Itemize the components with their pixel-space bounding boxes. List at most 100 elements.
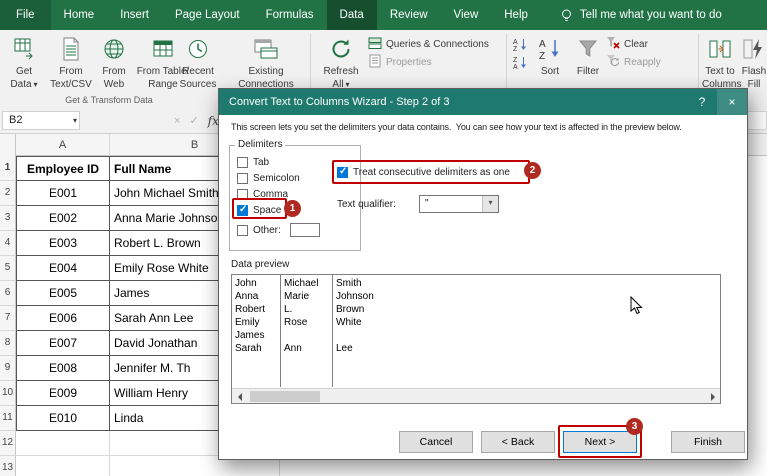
scroll-thumb[interactable] xyxy=(250,391,320,402)
cell-A10[interactable]: E009 xyxy=(16,381,110,406)
row-header-13[interactable]: 13 xyxy=(0,456,16,476)
ribbon-tab-insert[interactable]: Insert xyxy=(107,0,162,30)
column-header-A[interactable]: A xyxy=(16,134,110,156)
delimiter-checkbox-semicolon[interactable] xyxy=(237,173,248,184)
row-header-5[interactable]: 5 xyxy=(0,256,16,281)
scroll-right-button[interactable] xyxy=(706,390,720,403)
convert-text-to-columns-dialog: Convert Text to Columns Wizard - Step 2 … xyxy=(218,88,748,460)
row-header-11[interactable]: 11 xyxy=(0,406,16,431)
cell-A4[interactable]: E003 xyxy=(16,231,110,256)
cell-A5[interactable]: E004 xyxy=(16,256,110,281)
cell-A2[interactable]: E001 xyxy=(16,181,110,206)
cell-A12[interactable] xyxy=(16,431,110,456)
sort-ascending-button[interactable]: AZ xyxy=(511,36,529,52)
text-to-columns-button[interactable]: Text to Columns xyxy=(702,33,738,93)
row-header-6[interactable]: 6 xyxy=(0,281,16,306)
mouse-cursor xyxy=(630,296,643,318)
ribbon-tab-data[interactable]: Data xyxy=(327,0,377,30)
flash-fill-icon xyxy=(740,33,767,65)
get-data-button[interactable]: Get Data xyxy=(2,33,46,93)
preview-hscrollbar[interactable] xyxy=(232,388,720,403)
dialog-title: Convert Text to Columns Wizard - Step 2 … xyxy=(229,96,450,108)
select-all-corner[interactable] xyxy=(0,134,16,156)
cell-A11[interactable]: E010 xyxy=(16,406,110,431)
delimiter-option-semicolon[interactable]: Semicolon xyxy=(237,171,300,185)
name-box[interactable]: B2 xyxy=(2,111,80,130)
filter-button[interactable]: Filter xyxy=(570,33,606,93)
cancel-button[interactable]: Cancel xyxy=(399,431,473,453)
ribbon-tab-file[interactable]: File xyxy=(0,0,51,30)
row-header-2[interactable]: 2 xyxy=(0,181,16,206)
formula-cancel-icon[interactable]: × xyxy=(174,115,180,127)
recent-sources-clock-icon xyxy=(178,33,218,65)
cell-A13[interactable] xyxy=(16,456,110,476)
row-header-3[interactable]: 3 xyxy=(0,206,16,231)
queries-connections-button[interactable]: Queries & Connections xyxy=(368,36,489,52)
cell-A6[interactable]: E005 xyxy=(16,281,110,306)
reapply-filter-button[interactable]: Reapply xyxy=(606,54,661,70)
delimiter-checkbox-other[interactable] xyxy=(237,225,248,236)
properties-button[interactable]: Properties xyxy=(368,54,432,70)
dialog-title-bar[interactable]: Convert Text to Columns Wizard - Step 2 … xyxy=(219,89,747,115)
row-header-9[interactable]: 9 xyxy=(0,356,16,381)
row-header-10[interactable]: 10 xyxy=(0,381,16,406)
delimiter-option-tab[interactable]: Tab xyxy=(237,155,269,169)
delimiter-option-other[interactable]: Other: xyxy=(237,223,320,237)
delimiter-checkbox-tab[interactable] xyxy=(237,157,248,168)
name-box-caret-icon[interactable] xyxy=(71,112,77,129)
ribbon-tab-home[interactable]: Home xyxy=(51,0,108,30)
clear-filter-icon xyxy=(606,36,620,53)
preview-cell: Emily xyxy=(235,317,280,330)
clear-filter-button[interactable]: Clear xyxy=(606,36,648,52)
preview-cell: White xyxy=(332,317,362,330)
dialog-help-button[interactable]: ? xyxy=(687,89,717,115)
from-web-button[interactable]: From Web xyxy=(96,33,132,93)
row-header-1[interactable]: 1 xyxy=(0,156,16,181)
dropdown-caret-icon xyxy=(32,79,38,90)
ribbon-tab-page-layout[interactable]: Page Layout xyxy=(162,0,253,30)
dialog-close-button[interactable]: × xyxy=(717,89,747,115)
ribbon-tab-formulas[interactable]: Formulas xyxy=(253,0,327,30)
lightbulb-icon xyxy=(559,8,574,23)
svg-text:Z: Z xyxy=(513,57,518,64)
ribbon-tab-review[interactable]: Review xyxy=(377,0,441,30)
flash-fill-button[interactable]: Flash Fill xyxy=(740,33,767,93)
combo-dropdown-icon[interactable] xyxy=(482,196,498,212)
row-header-4[interactable]: 4 xyxy=(0,231,16,256)
delimiter-label: Semicolon xyxy=(253,173,300,184)
finish-button[interactable]: Finish xyxy=(671,431,745,453)
back-button[interactable]: < Back xyxy=(481,431,555,453)
sort-button[interactable]: AZ Sort xyxy=(532,33,568,93)
cell-A3[interactable]: E002 xyxy=(16,206,110,231)
existing-connections-button[interactable]: Existing Connections xyxy=(238,33,294,93)
column-break-line[interactable] xyxy=(280,275,281,387)
preview-row: SarahAnnLee xyxy=(232,343,720,356)
tell-me-box[interactable]: Tell me what you want to do xyxy=(559,8,722,23)
scroll-left-button[interactable] xyxy=(232,390,246,403)
ribbon-tab-view[interactable]: View xyxy=(441,0,492,30)
other-delimiter-input[interactable] xyxy=(290,223,320,237)
preview-cell xyxy=(280,330,332,343)
from-text-csv-button[interactable]: From Text/CSV xyxy=(48,33,94,93)
text-qualifier-combobox[interactable]: " xyxy=(419,195,499,213)
sort-descending-button[interactable]: ZA xyxy=(511,54,529,70)
cell-A1[interactable]: Employee ID xyxy=(16,156,110,181)
annotation-box-1 xyxy=(232,198,287,219)
ribbon-tab-help[interactable]: Help xyxy=(491,0,541,30)
row-header-12[interactable]: 12 xyxy=(0,431,16,456)
svg-text:Z: Z xyxy=(539,51,545,62)
text-qualifier-value: " xyxy=(425,198,429,209)
column-break-line[interactable] xyxy=(332,275,333,387)
formula-enter-icon[interactable]: ✓ xyxy=(189,114,198,127)
cell-A7[interactable]: E006 xyxy=(16,306,110,331)
cell-A9[interactable]: E008 xyxy=(16,356,110,381)
refresh-all-button[interactable]: Refresh All xyxy=(318,33,364,93)
row-header-7[interactable]: 7 xyxy=(0,306,16,331)
ribbon-tabs: FileHomeInsertPage LayoutFormulasDataRev… xyxy=(0,0,541,30)
globe-icon xyxy=(96,33,132,65)
cell-A8[interactable]: E007 xyxy=(16,331,110,356)
reapply-filter-icon xyxy=(606,54,620,71)
recent-sources-button[interactable]: Recent Sources xyxy=(178,33,218,93)
text-csv-file-icon xyxy=(48,33,94,65)
row-header-8[interactable]: 8 xyxy=(0,331,16,356)
